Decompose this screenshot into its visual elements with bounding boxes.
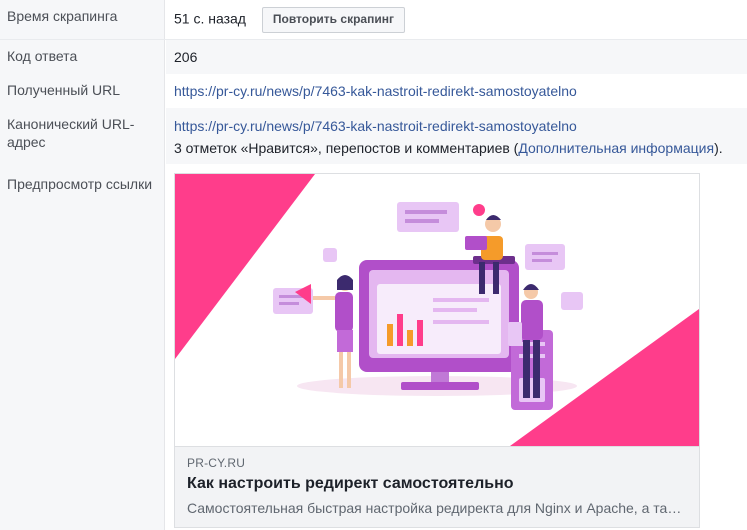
more-info-link[interactable]: Дополнительная информация [518,140,714,156]
rescrape-button[interactable]: Повторить скрапинг [261,7,405,33]
scrape-time-label: Время скрапинга [0,0,165,39]
row-response-code: Код ответа 206 [0,40,747,74]
preview-domain: PR-CY.RU [187,456,246,470]
preview-meta: PR-CY.RU Как настроить редирект самостоя… [175,446,699,527]
fetched-url-label: Полученный URL [0,74,165,108]
response-code-label: Код ответа [0,40,165,74]
link-preview-card[interactable]: PR-CY.RU Как настроить редирект самостоя… [174,173,700,528]
canonical-url-cell: https://pr-cy.ru/news/p/7463-kak-nastroi… [174,108,747,157]
preview-title: Как настроить редирект самостоятельно [187,475,514,492]
preview-image [175,174,699,446]
likes-suffix: ). [714,140,723,156]
pink-corner-top-left [175,174,315,359]
row-canonical-url: Канонический URL-адрес https://pr-cy.ru/… [0,108,747,164]
link-preview-label: Предпросмотр ссылки [0,164,165,530]
preview-description: Самостоятельная быстрая настройка редире… [187,500,682,516]
canonical-url-label: Канонический URL-адрес [0,108,165,164]
likes-text: 3 отметок «Нравится», перепостов и комме… [174,140,519,156]
scrape-time-value-cell: 51 с. назад Повторить скрапинг [174,0,747,33]
likes-line: 3 отметок «Нравится», перепостов и комме… [174,139,723,157]
response-code-value: 206 [174,49,198,65]
canonical-url-link[interactable]: https://pr-cy.ru/news/p/7463-kak-nastroi… [174,118,577,134]
preview-illustration [175,174,699,446]
row-fetched-url: Полученный URL https://pr-cy.ru/news/p/7… [0,74,747,108]
scrape-time-value: 51 с. назад [174,10,246,27]
fetched-url-link[interactable]: https://pr-cy.ru/news/p/7463-kak-nastroi… [174,83,577,99]
fetched-url-cell: https://pr-cy.ru/news/p/7463-kak-nastroi… [174,74,747,100]
row-scrape-time: Время скрапинга 51 с. назад Повторить ск… [0,0,747,39]
